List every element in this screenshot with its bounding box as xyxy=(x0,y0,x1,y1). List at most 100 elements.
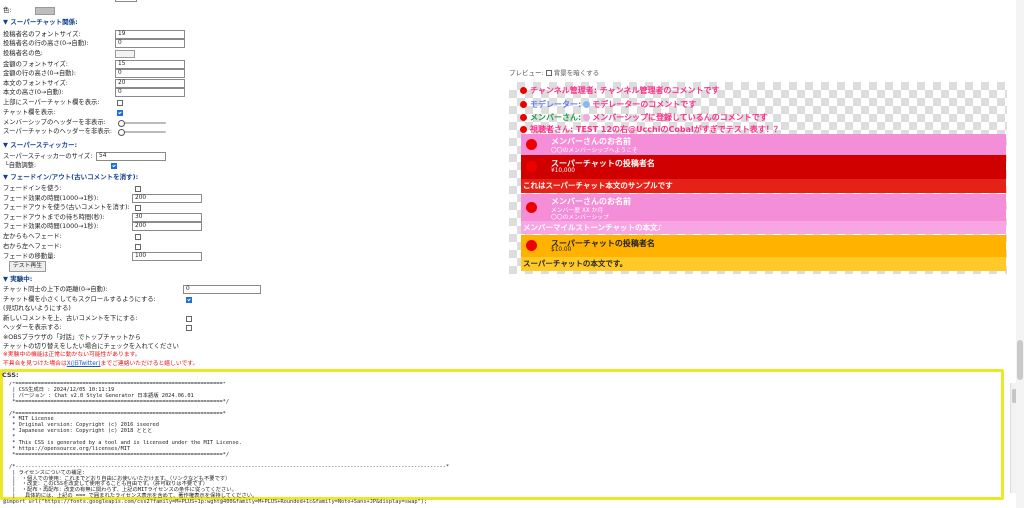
ltr-checkbox[interactable] xyxy=(135,244,141,250)
chat-text: チャンネル管理者のコメントです xyxy=(599,86,720,95)
avatar xyxy=(520,101,527,108)
settings-form: 色: ▼ スーパーチャット関係: 投稿者名のフォントサイズ: 19 投稿者名の行の… xyxy=(0,0,505,370)
section-sticker[interactable]: ▼ スーパースティッカー: xyxy=(3,141,77,150)
fadeout-time-label: フェード効果の時間(1000→1秒): xyxy=(3,223,99,230)
warn1: ※実験中の機能は正常に動かない可能性があります。 xyxy=(3,352,141,358)
name-line-label: 投稿者名の行の高さ(0→自動): xyxy=(3,40,89,47)
warn2-post: までご連絡いただけると嬉しいです。 xyxy=(100,361,199,367)
show-top-checkbox[interactable] xyxy=(117,100,123,106)
avatar xyxy=(526,240,537,251)
preview-label-row: プレビュー: 背景を暗くする xyxy=(509,67,599,77)
chat-author: チャンネル管理者: xyxy=(530,86,597,95)
fadeout-checkbox[interactable] xyxy=(135,205,141,211)
css-import-line: @import url("https://fonts.googleapis.co… xyxy=(3,499,428,505)
css-section: CSS: /*=================================… xyxy=(0,368,1009,508)
scroll-checkbox[interactable] xyxy=(186,297,192,303)
warn2-pre: 不具合を見つけた場合は xyxy=(3,361,67,367)
card-sub: 〇〇のメンバーシップへようこそ xyxy=(551,148,638,154)
preview-pane: チャンネル管理者: チャンネル管理者のコメントです モデレーター: モデレーターの… xyxy=(509,82,1007,274)
member-milestone-card: メンバーさんのお名前 メンバー歴 XX か月 〇〇のメンバーシップ メンバーマイ… xyxy=(521,194,1006,234)
card-header: スーパーチャットの投稿者名 $10.00 xyxy=(521,235,1006,257)
show-col-checkbox[interactable] xyxy=(117,110,123,116)
header-label: ヘッダーを表示する: xyxy=(3,324,62,331)
card-body: スーパーチャットの本文です。 xyxy=(521,257,1006,271)
color-label: 色: xyxy=(3,7,12,14)
body-line-label: 本文の高さ(0→自動): xyxy=(3,89,64,96)
member-hdr-slider[interactable] xyxy=(118,120,166,127)
moderator-badge-icon xyxy=(583,101,591,108)
sticker-size-input[interactable]: 54 xyxy=(96,152,166,161)
fadeout-time-input[interactable]: 200 xyxy=(132,222,202,231)
gap-input[interactable]: 0 xyxy=(183,285,261,294)
preview-label: プレビュー: xyxy=(509,69,544,77)
avatar xyxy=(520,87,527,94)
chat-text: モデレーターのコメントです xyxy=(592,100,697,109)
amount-font-input[interactable]: 15 xyxy=(115,60,185,69)
test-play-button[interactable]: テスト再生 xyxy=(9,261,46,272)
color-swatch[interactable] xyxy=(35,7,55,15)
show-top-label: 上部にスーパーチャット欄を表示: xyxy=(3,99,100,106)
ltr-label: 右から左へフェード: xyxy=(3,243,62,250)
scroll-note: (見切れないようにする) xyxy=(3,305,71,312)
section-fade[interactable]: ▼ フェードイン/アウト(古いコメントを消す): xyxy=(3,173,138,182)
card-amount: $10.00 xyxy=(551,247,572,253)
slider-thumb[interactable] xyxy=(118,120,125,127)
partial-input[interactable] xyxy=(115,0,137,2)
dist-input[interactable]: 100 xyxy=(132,252,202,261)
reverse-checkbox[interactable] xyxy=(186,316,192,322)
chat-author: モデレーター: xyxy=(530,100,582,109)
body-font-label: 本文のフォントサイズ: xyxy=(3,80,68,87)
avatar xyxy=(526,161,537,172)
member-badge-icon xyxy=(583,114,591,121)
fadein-checkbox[interactable] xyxy=(135,186,141,192)
note1: ※OBSブラウザの「対話」でトップチャットから xyxy=(3,334,142,341)
chat-author: メンバーさん: xyxy=(530,113,582,122)
member-join-card: メンバーさんのお名前 〇〇のメンバーシップへようこそ xyxy=(521,134,1006,155)
avatar xyxy=(526,202,537,213)
sc-hdr-slider[interactable] xyxy=(118,129,166,136)
dark-bg-label: 背景を暗くする xyxy=(553,69,600,77)
wait-label: フェードアウトまでの待ち時間(秒): xyxy=(3,214,105,221)
amount-line-input[interactable]: 0 xyxy=(115,69,185,78)
card-header: メンバーさんのお名前 〇〇のメンバーシップへようこそ xyxy=(521,134,1006,155)
header-checkbox[interactable] xyxy=(186,325,192,331)
gap-label: チャット同士の上下の距離(0→自動): xyxy=(3,286,108,293)
avatar xyxy=(520,114,527,121)
section-experimental[interactable]: ▼ 実験中: xyxy=(3,275,32,284)
avatar xyxy=(520,126,527,133)
member-hdr-label: メンバーシップのヘッダーを非表示: xyxy=(3,119,106,126)
sc-hdr-label: スーパーチャットのヘッダーを非表示: xyxy=(3,128,113,135)
body-line-input[interactable]: 0 xyxy=(115,88,185,97)
card-header: メンバーさんのお名前 メンバー歴 XX か月 〇〇のメンバーシップ xyxy=(521,194,1006,221)
name-font-input[interactable]: 19 xyxy=(115,30,185,39)
card-sub2: 〇〇のメンバーシップ xyxy=(551,215,609,221)
show-col-label: チャット欄を表示: xyxy=(3,109,56,116)
page-scrollbar[interactable] xyxy=(1016,0,1024,508)
amount-font-label: 金額のフォントサイズ: xyxy=(3,61,68,68)
fadein-time-label: フェード効果の時間(1000→1秒): xyxy=(3,195,99,202)
dark-bg-checkbox[interactable] xyxy=(545,70,552,76)
section-superchat[interactable]: ▼ スーパーチャット関係: xyxy=(3,18,78,27)
slider-thumb[interactable] xyxy=(118,129,125,136)
rtl-checkbox[interactable] xyxy=(135,234,141,240)
chat-text: TEST 12の右@UcchiのCobalがすぎでテスト表す！？ xyxy=(576,125,782,134)
chat-author: 視聴者さん: xyxy=(530,125,574,134)
body-font-input[interactable]: 20 xyxy=(115,79,185,88)
name-line-input[interactable]: 0 xyxy=(115,39,185,48)
sticker-auto-checkbox[interactable] xyxy=(111,163,117,169)
twitter-link[interactable]: X(旧Twitter) xyxy=(67,361,101,367)
name-color-swatch[interactable] xyxy=(115,50,135,58)
card-header: スーパーチャットの投稿者名 ¥10,000 xyxy=(521,155,1006,179)
chat-text: メンバーシップに登録しているんのコメントです xyxy=(592,113,768,122)
card-body: メンバーマイルストーンチャットの本文♪ xyxy=(521,221,1006,234)
amount-line-label: 金額の行の高さ(0→自動): xyxy=(3,70,76,77)
wait-input[interactable]: 30 xyxy=(132,213,202,222)
fadeout-label: フェードアウトを使う(古いコメントを消す): xyxy=(3,204,130,211)
name-color-label: 投稿者名の色: xyxy=(3,50,43,57)
css-output-textarea[interactable]: /*======================================… xyxy=(9,382,1009,499)
chat-line-moderator: モデレーター: モデレーターのコメントです xyxy=(520,99,696,110)
reverse-label: 新しいコメントを上、古いコメントを下にする: xyxy=(3,315,138,322)
fadein-time-input[interactable]: 200 xyxy=(132,194,202,203)
avatar xyxy=(526,139,537,150)
card-body: これはスーパーチャット本文のサンプルです xyxy=(521,179,1006,193)
